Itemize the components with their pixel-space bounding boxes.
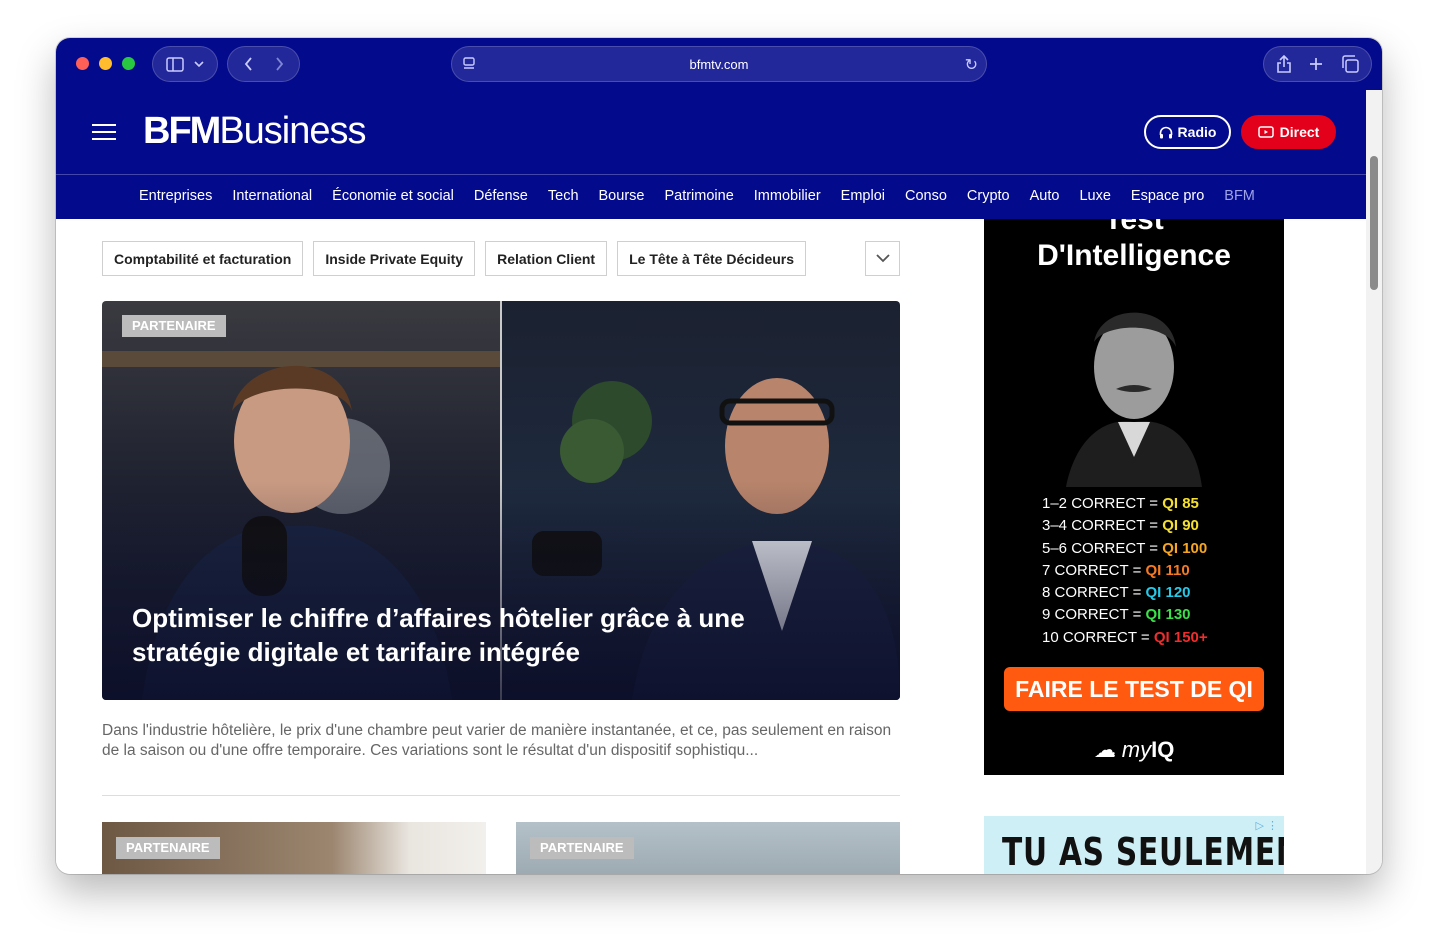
- iq-row: 1–2 CORRECT = QI 85: [1042, 495, 1199, 512]
- partenaire-badge: PARTENAIRE: [116, 837, 220, 859]
- reload-icon[interactable]: ↻: [965, 55, 978, 75]
- bfm-business-logo[interactable]: BFMBusiness: [143, 110, 367, 153]
- tab-overview-icon[interactable]: [1341, 55, 1359, 73]
- article-card[interactable]: PARTENAIRE: [102, 822, 486, 874]
- hero-article[interactable]: PARTENAIRE Optimiser le chiffre d’affair…: [102, 301, 900, 700]
- nav-item-entreprises[interactable]: Entreprises: [139, 188, 212, 204]
- browser-toolbar: bfmtv.com ↻: [56, 38, 1382, 90]
- radio-button[interactable]: Radio: [1144, 115, 1231, 149]
- partenaire-badge: PARTENAIRE: [122, 315, 226, 337]
- nav-item-patrimoine[interactable]: Patrimoine: [664, 188, 733, 204]
- address-bar[interactable]: bfmtv.com ↻: [451, 46, 987, 82]
- iq-row: 10 CORRECT = QI 150+: [1042, 628, 1208, 646]
- nav-item-international[interactable]: International: [232, 188, 312, 204]
- nav-item-espace-pro[interactable]: Espace pro: [1131, 188, 1204, 204]
- direct-label: Direct: [1279, 124, 1320, 140]
- tv-play-icon: [1257, 125, 1274, 138]
- zoom-window-button[interactable]: [122, 57, 135, 70]
- sidebar-icon: [166, 56, 184, 72]
- iq-score-list: 1–2 CORRECT = QI 85 3–4 CORRECT = QI 90 …: [1042, 493, 1208, 649]
- radio-label: Radio: [1177, 124, 1217, 140]
- iq-test-advertisement[interactable]: Test D'Intelligence 1–2 CORRECT = QI 85 …: [984, 219, 1284, 775]
- scrollbar-thumb[interactable]: [1370, 156, 1378, 290]
- forward-icon[interactable]: [275, 57, 284, 71]
- nav-item-bfm[interactable]: BFM: [1224, 188, 1255, 204]
- chevron-down-icon: [875, 254, 890, 263]
- nav-item-economie-social[interactable]: Économie et social: [332, 188, 454, 204]
- page-settings-icon[interactable]: [462, 56, 476, 72]
- share-icon[interactable]: [1276, 55, 1291, 73]
- ad-title-line2: D'Intelligence: [1037, 239, 1231, 272]
- page-scrollbar[interactable]: [1366, 90, 1382, 874]
- direct-button[interactable]: Direct: [1241, 115, 1336, 149]
- page-content: Comptabilité et facturation Inside Priva…: [56, 219, 1366, 874]
- article-card[interactable]: PARTENAIRE: [516, 822, 900, 874]
- history-nav-group: [227, 46, 300, 82]
- iq-row: 9 CORRECT = QI 130: [1042, 606, 1191, 624]
- secondary-advertisement[interactable]: ▷ ⋮ TU AS SEULEMENT: [984, 816, 1284, 874]
- nav-item-auto[interactable]: Auto: [1030, 188, 1060, 204]
- menu-icon[interactable]: [92, 124, 116, 142]
- logo-business-text: Business: [219, 110, 366, 152]
- tags-expand-button[interactable]: [865, 241, 900, 276]
- main-navigation: Entreprises International Économie et so…: [56, 174, 1366, 219]
- back-icon[interactable]: [244, 57, 253, 71]
- ad-portrait-image: [1066, 312, 1202, 487]
- partenaire-badge: PARTENAIRE: [530, 837, 634, 859]
- iq-row: 7 CORRECT = QI 110: [1042, 561, 1190, 579]
- nav-item-luxe[interactable]: Luxe: [1079, 188, 1110, 204]
- hero-title[interactable]: Optimiser le chiffre d’affaires hôtelier…: [132, 601, 832, 669]
- tag-comptabilite[interactable]: Comptabilité et facturation: [102, 241, 304, 276]
- site-header: BFMBusiness Radio Direct: [56, 90, 1366, 174]
- tag-inside-private-equity[interactable]: Inside Private Equity: [313, 241, 476, 276]
- nav-item-emploi[interactable]: Emploi: [841, 188, 885, 204]
- nav-item-defense[interactable]: Défense: [474, 188, 528, 204]
- minimize-window-button[interactable]: [99, 57, 112, 70]
- chevron-down-icon: [194, 60, 204, 67]
- divider: [102, 795, 900, 796]
- nav-item-bourse[interactable]: Bourse: [599, 188, 645, 204]
- nav-item-immobilier[interactable]: Immobilier: [754, 188, 821, 204]
- window-actions-group: [1263, 46, 1372, 82]
- iq-row: 5–6 CORRECT = QI 100: [1042, 539, 1208, 557]
- ad-title-line1: Test: [1104, 219, 1164, 236]
- iq-row: 8 CORRECT = QI 120: [1042, 584, 1191, 602]
- nav-item-conso[interactable]: Conso: [905, 188, 947, 204]
- iq-row: 3–4 CORRECT = QI 90: [1042, 517, 1199, 535]
- headphones-icon: [1159, 126, 1172, 138]
- topic-tags: Comptabilité et facturation Inside Priva…: [102, 241, 807, 276]
- hero-excerpt: Dans l'industrie hôtelière, le prix d'un…: [102, 722, 892, 759]
- tag-relation-client[interactable]: Relation Client: [485, 241, 608, 276]
- tag-tete-a-tete[interactable]: Le Tête à Tête Décideurs: [617, 241, 807, 276]
- brain-icon: ☁: [1093, 737, 1116, 762]
- logo-bfm-text: BFM: [143, 110, 221, 152]
- ad2-headline: TU AS SEULEMENT: [1002, 830, 1284, 874]
- sidebar-toggle-button[interactable]: [152, 46, 218, 82]
- myiq-logo: ☁ myIQ: [1093, 737, 1175, 762]
- url-text: bfmtv.com: [689, 56, 749, 72]
- nav-item-tech[interactable]: Tech: [548, 188, 579, 204]
- browser-window: bfmtv.com ↻ BFMBusiness Radio Direct Ent…: [56, 38, 1382, 874]
- close-window-button[interactable]: [76, 57, 89, 70]
- new-tab-icon[interactable]: [1309, 57, 1323, 71]
- nav-item-crypto[interactable]: Crypto: [967, 188, 1010, 204]
- iq-test-cta-button[interactable]: FAIRE LE TEST DE QI: [1004, 667, 1264, 711]
